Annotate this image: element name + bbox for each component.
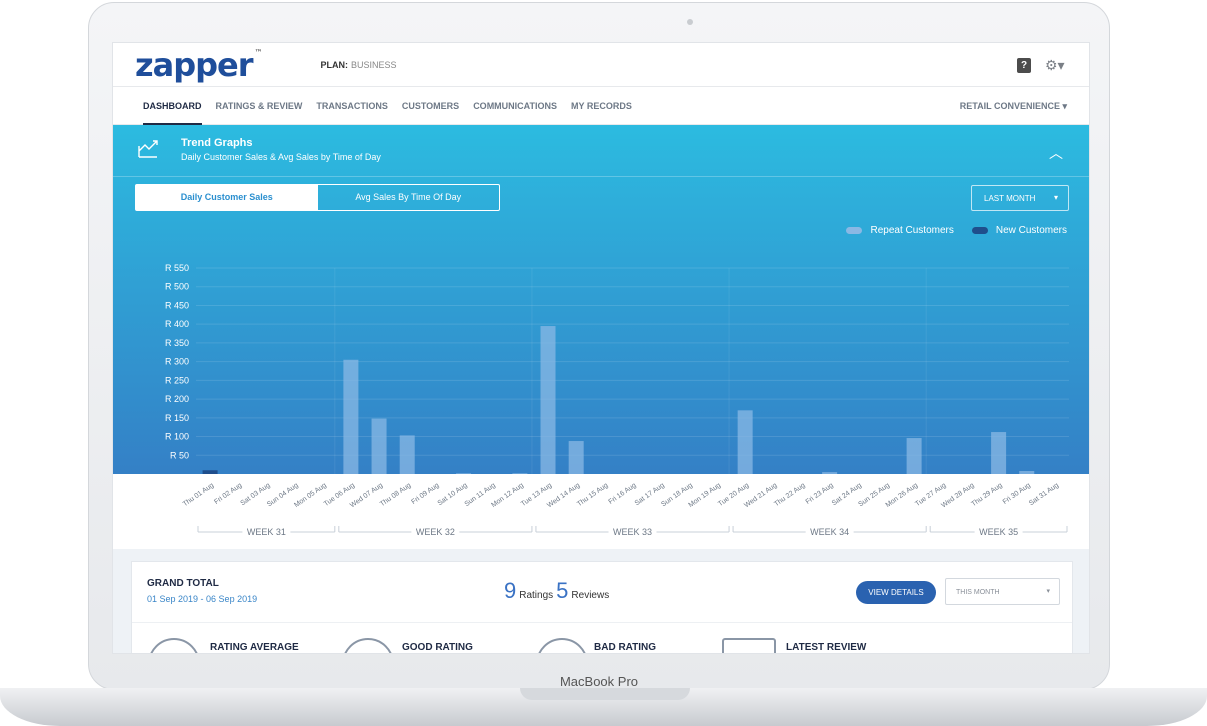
stat-rating-average: RATING AVERAGE — [210, 642, 299, 653]
legend-swatch-repeat — [846, 227, 863, 234]
bar-repeat — [906, 438, 922, 474]
thumbs-down-icon — [536, 638, 588, 653]
help-icon[interactable]: ? — [1017, 57, 1031, 73]
segment-avg-sales[interactable]: Avg Sales By Time Of Day — [318, 185, 500, 210]
grand-total-dates: 01 Sep 2019 - 06 Sep 2019 — [147, 594, 258, 604]
reviews-count: 5 — [556, 578, 569, 603]
chart-legend: Repeat Customers New Customers — [846, 225, 1067, 236]
trend-graphs-panel: R 550 R 500 R 450 R 400 R 350 R 300 R 250 R 200… — [113, 125, 1089, 474]
main-nav: DASHBOARD RATINGS & REVIEW TRANSACTIONS … — [113, 87, 1089, 125]
x-tick-label: Sat 31 Aug — [1028, 482, 1060, 507]
y-tick-label: R 250 — [165, 375, 189, 385]
bar-repeat — [343, 359, 359, 474]
stat-latest-review: LATEST REVIEW — [786, 642, 867, 653]
thumbs-up-icon — [342, 638, 394, 653]
review-card-icon — [722, 638, 776, 653]
chevron-down-icon: ▾ — [1046, 588, 1050, 595]
bar-repeat — [991, 432, 1007, 474]
y-tick-label: R 400 — [165, 319, 189, 329]
week-label: WEEK 33 — [613, 527, 652, 537]
x-tick-label: Thu 08 Aug — [379, 482, 412, 508]
chart-x-axis: Thu 01 AugFri 02 AugSat 03 AugSun 04 Aug… — [113, 474, 1089, 549]
collapse-chevron-icon[interactable]: ︿ — [1049, 143, 1063, 163]
reviews-label: Reviews — [571, 590, 610, 601]
tab-communications[interactable]: COMMUNICATIONS — [473, 87, 557, 125]
y-tick-label: R 450 — [165, 300, 189, 310]
y-tick-label: R 500 — [165, 282, 189, 292]
week-label: WEEK 34 — [810, 527, 849, 537]
grand-total-title: GRAND TOTAL — [147, 578, 219, 589]
ratings-count: 9 — [504, 578, 517, 603]
view-details-button[interactable]: VIEW DETAILS — [856, 581, 936, 604]
y-tick-label: R 550 — [165, 263, 189, 273]
stat-bad-rating: BAD RATING — [594, 642, 657, 653]
legend-new: New Customers — [995, 225, 1067, 236]
tab-transactions[interactable]: TRANSACTIONS — [316, 87, 388, 125]
bar-repeat — [568, 441, 584, 474]
period-value: THIS MONTH — [956, 589, 1000, 596]
y-tick-label: R 200 — [165, 394, 189, 404]
sales-bar-chart: R 550 R 500 R 450 R 400 R 350 R 300 R 250 R 200… — [165, 263, 1069, 474]
y-tick-label: R 300 — [165, 357, 189, 367]
store-selector[interactable]: RETAIL CONVENIENCE ▾ — [960, 87, 1067, 125]
plan-indicator: PLAN: BUSINESS — [320, 59, 397, 70]
tab-my-records[interactable]: MY RECORDS — [571, 87, 632, 125]
legend-swatch-new — [971, 227, 988, 234]
x-tick-label: Thu 01 Aug — [182, 482, 215, 508]
ratings-label: Ratings — [519, 590, 554, 601]
week-label: WEEK 31 — [247, 527, 286, 537]
x-tick-label: Thu 15 Aug — [576, 482, 609, 508]
laptop-notch — [520, 688, 690, 700]
summary-section: GRAND TOTAL 01 Sep 2019 - 06 Sep 2019 9 … — [113, 549, 1089, 653]
period-select[interactable]: THIS MONTH ▾ — [945, 578, 1060, 605]
device-label: MacBook Pro — [559, 674, 639, 689]
laptop-frame: MacBook Pro zapper ™ PLAN: BUSINESS ? ⚙▾ D… — [0, 0, 1207, 726]
x-tick-label: Thu 22 Aug — [773, 482, 806, 508]
panel-subtitle: Daily Customer Sales & Avg Sales by Time… — [181, 152, 381, 162]
zapper-logo[interactable]: zapper ™ — [135, 48, 263, 81]
stat-good-rating: GOOD RATING — [402, 642, 473, 653]
tab-ratings-review[interactable]: RATINGS & REVIEW — [216, 87, 303, 125]
y-tick-label: R 150 — [165, 413, 189, 423]
legend-repeat: Repeat Customers — [870, 225, 954, 236]
segment-daily-sales[interactable]: Daily Customer Sales — [136, 185, 318, 210]
range-value: LAST MONTH — [984, 194, 1036, 203]
tab-customers[interactable]: CUSTOMERS — [402, 87, 459, 125]
y-tick-label: R 350 — [165, 338, 189, 348]
bar-repeat — [399, 435, 415, 474]
top-bar: zapper ™ PLAN: BUSINESS ? ⚙▾ — [113, 43, 1089, 87]
bar-repeat — [371, 418, 387, 474]
y-tick-label: R 100 — [165, 432, 189, 442]
panel-title: Trend Graphs — [181, 137, 253, 149]
summary-card: GRAND TOTAL 01 Sep 2019 - 06 Sep 2019 9 … — [131, 561, 1073, 653]
ratings-reviews-count: 9 Ratings 5 Reviews — [504, 578, 609, 604]
week-label: WEEK 35 — [979, 527, 1018, 537]
tab-dashboard[interactable]: DASHBOARD — [143, 87, 202, 125]
app-screen: zapper ™ PLAN: BUSINESS ? ⚙▾ DASHBOARD RAT… — [112, 42, 1090, 654]
chart-segment-control: Daily Customer Sales Avg Sales By Time O… — [135, 184, 500, 211]
rating-average-icon — [148, 638, 200, 653]
chevron-down-icon: ▾ — [1053, 193, 1058, 202]
range-select[interactable]: LAST MONTH ▾ — [971, 185, 1069, 211]
panel-header: Trend Graphs Daily Customer Sales & Avg … — [113, 125, 1089, 177]
x-tick-label: Thu 29 Aug — [970, 482, 1003, 508]
bar-repeat — [540, 326, 556, 474]
camera — [687, 19, 693, 25]
trend-chart-icon — [138, 140, 158, 158]
gear-icon[interactable]: ⚙▾ — [1045, 57, 1067, 73]
week-label: WEEK 32 — [416, 527, 455, 537]
divider — [132, 622, 1072, 623]
bar-repeat — [737, 410, 753, 474]
y-tick-label: R 50 — [170, 450, 189, 460]
